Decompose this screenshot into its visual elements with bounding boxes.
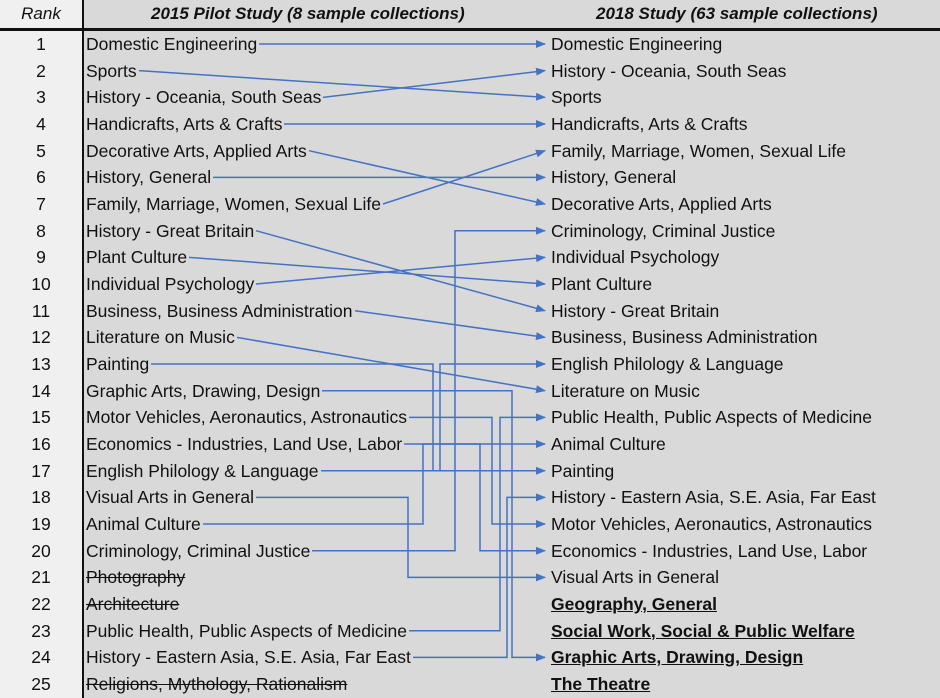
pilot-item: History - Eastern Asia, S.E. Asia, Far E… <box>86 647 411 668</box>
connection-arrow <box>382 149 546 205</box>
rank-number: 19 <box>31 514 51 535</box>
pilot-item: Individual Psychology <box>86 274 255 295</box>
rank-number: 20 <box>31 540 51 561</box>
pilot-item-dropped: Religions, Mythology, Rationalism <box>86 674 348 695</box>
rank-number: 11 <box>31 300 51 321</box>
study-item: English Philology & Language <box>551 354 784 375</box>
connection-arrow <box>255 254 546 285</box>
rank-number: 23 <box>31 620 51 641</box>
rank-number: 3 <box>36 87 46 108</box>
pilot-item: History, General <box>86 167 212 188</box>
rank-number: 4 <box>36 114 46 134</box>
study-item: Economics - Industries, Land Use, Labor <box>551 540 868 561</box>
study-item: Handicrafts, Arts & Crafts <box>551 114 748 134</box>
study-item: Motor Vehicles, Aeronautics, Astronautic… <box>551 514 872 535</box>
rank-number: 22 <box>31 594 51 615</box>
pilot-item: Graphic Arts, Drawing, Design <box>86 380 321 401</box>
column-divider <box>82 0 84 698</box>
pilot-item: Handicrafts, Arts & Crafts <box>86 114 283 134</box>
pilot-item-dropped: Photography <box>86 567 186 588</box>
study-item: Criminology, Criminal Justice <box>551 220 776 241</box>
rank-number: 7 <box>36 194 46 215</box>
study-item: Animal Culture <box>551 434 666 455</box>
rank-number: 1 <box>36 34 46 54</box>
rank-number: 16 <box>31 434 51 455</box>
rank-number: 25 <box>31 674 51 695</box>
rank-number: 8 <box>36 220 46 241</box>
rank-number: 2 <box>36 60 46 81</box>
study-item: History - Great Britain <box>551 300 720 321</box>
rank-number: 14 <box>31 380 51 401</box>
pilot-item: Literature on Music <box>86 327 235 348</box>
pilot-item-dropped: Architecture <box>86 594 180 615</box>
rank-number: 12 <box>31 327 51 348</box>
study-item-new: Geography, General <box>551 594 717 615</box>
pilot-item: Motor Vehicles, Aeronautics, Astronautic… <box>86 407 407 428</box>
pilot-item: Visual Arts in General <box>86 487 254 508</box>
study-item: Sports <box>551 87 602 108</box>
study-item: Plant Culture <box>551 274 653 295</box>
rank-number: 5 <box>36 140 46 161</box>
study-item: Visual Arts in General <box>551 567 719 588</box>
rank-number: 13 <box>31 354 51 375</box>
rank-number: 10 <box>31 274 51 295</box>
study-item-new: Social Work, Social & Public Welfare <box>551 620 855 641</box>
pilot-item: Public Health, Public Aspects of Medicin… <box>86 620 407 641</box>
study-item: Public Health, Public Aspects of Medicin… <box>551 407 872 428</box>
study-item: History - Oceania, South Seas <box>551 60 787 81</box>
rank-number: 21 <box>31 567 51 588</box>
study-item: Family, Marriage, Women, Sexual Life <box>551 140 847 161</box>
connection-arrow <box>409 416 546 529</box>
rank-number: 24 <box>31 647 51 668</box>
pilot-item: Business, Business Administration <box>86 300 353 321</box>
rank-number: 9 <box>36 247 46 268</box>
rank-number: 15 <box>31 407 51 428</box>
pilot-item: Criminology, Criminal Justice <box>86 540 311 561</box>
pilot-study-header: 2015 Pilot Study (8 sample collections) <box>151 4 465 23</box>
connection-arrow <box>312 226 546 552</box>
pilot-item: History - Oceania, South Seas <box>86 87 322 108</box>
study-item: History, General <box>551 167 677 188</box>
study-item: Decorative Arts, Applied Arts <box>551 194 772 215</box>
study-item: Individual Psychology <box>551 247 720 268</box>
study-item: Literature on Music <box>551 380 700 401</box>
pilot-item: Painting <box>86 354 150 375</box>
pilot-item: Economics - Industries, Land Use, Labor <box>86 434 403 455</box>
study-item-new: Graphic Arts, Drawing, Design <box>551 647 804 668</box>
connection-arrow <box>413 493 546 659</box>
study-item: Painting <box>551 460 615 481</box>
pilot-item: Decorative Arts, Applied Arts <box>86 140 307 161</box>
rank-number: 17 <box>31 460 51 481</box>
study-item: Business, Business Administration <box>551 327 818 348</box>
pilot-item: History - Great Britain <box>86 220 255 241</box>
pilot-item: Plant Culture <box>86 247 188 268</box>
connection-arrow <box>404 443 546 555</box>
rank-header: Rank <box>21 4 61 23</box>
connection-arrow <box>322 67 546 99</box>
connection-arrow <box>354 309 546 341</box>
pilot-item: Animal Culture <box>86 514 201 535</box>
study-item-new: The Theatre <box>551 674 651 695</box>
pilot-item: Family, Marriage, Women, Sexual Life <box>86 194 382 215</box>
pilot-item: Domestic Engineering <box>86 34 258 54</box>
connection-arrow <box>409 413 546 632</box>
rank-number: 6 <box>36 167 46 188</box>
study-item: History - Eastern Asia, S.E. Asia, Far E… <box>551 487 876 508</box>
study-item: Domestic Engineering <box>551 34 723 54</box>
study-2018-header: 2018 Study (63 sample collections) <box>596 4 878 23</box>
pilot-item: Sports <box>86 60 137 81</box>
pilot-item: English Philology & Language <box>86 460 319 481</box>
rank-number: 18 <box>31 487 51 508</box>
